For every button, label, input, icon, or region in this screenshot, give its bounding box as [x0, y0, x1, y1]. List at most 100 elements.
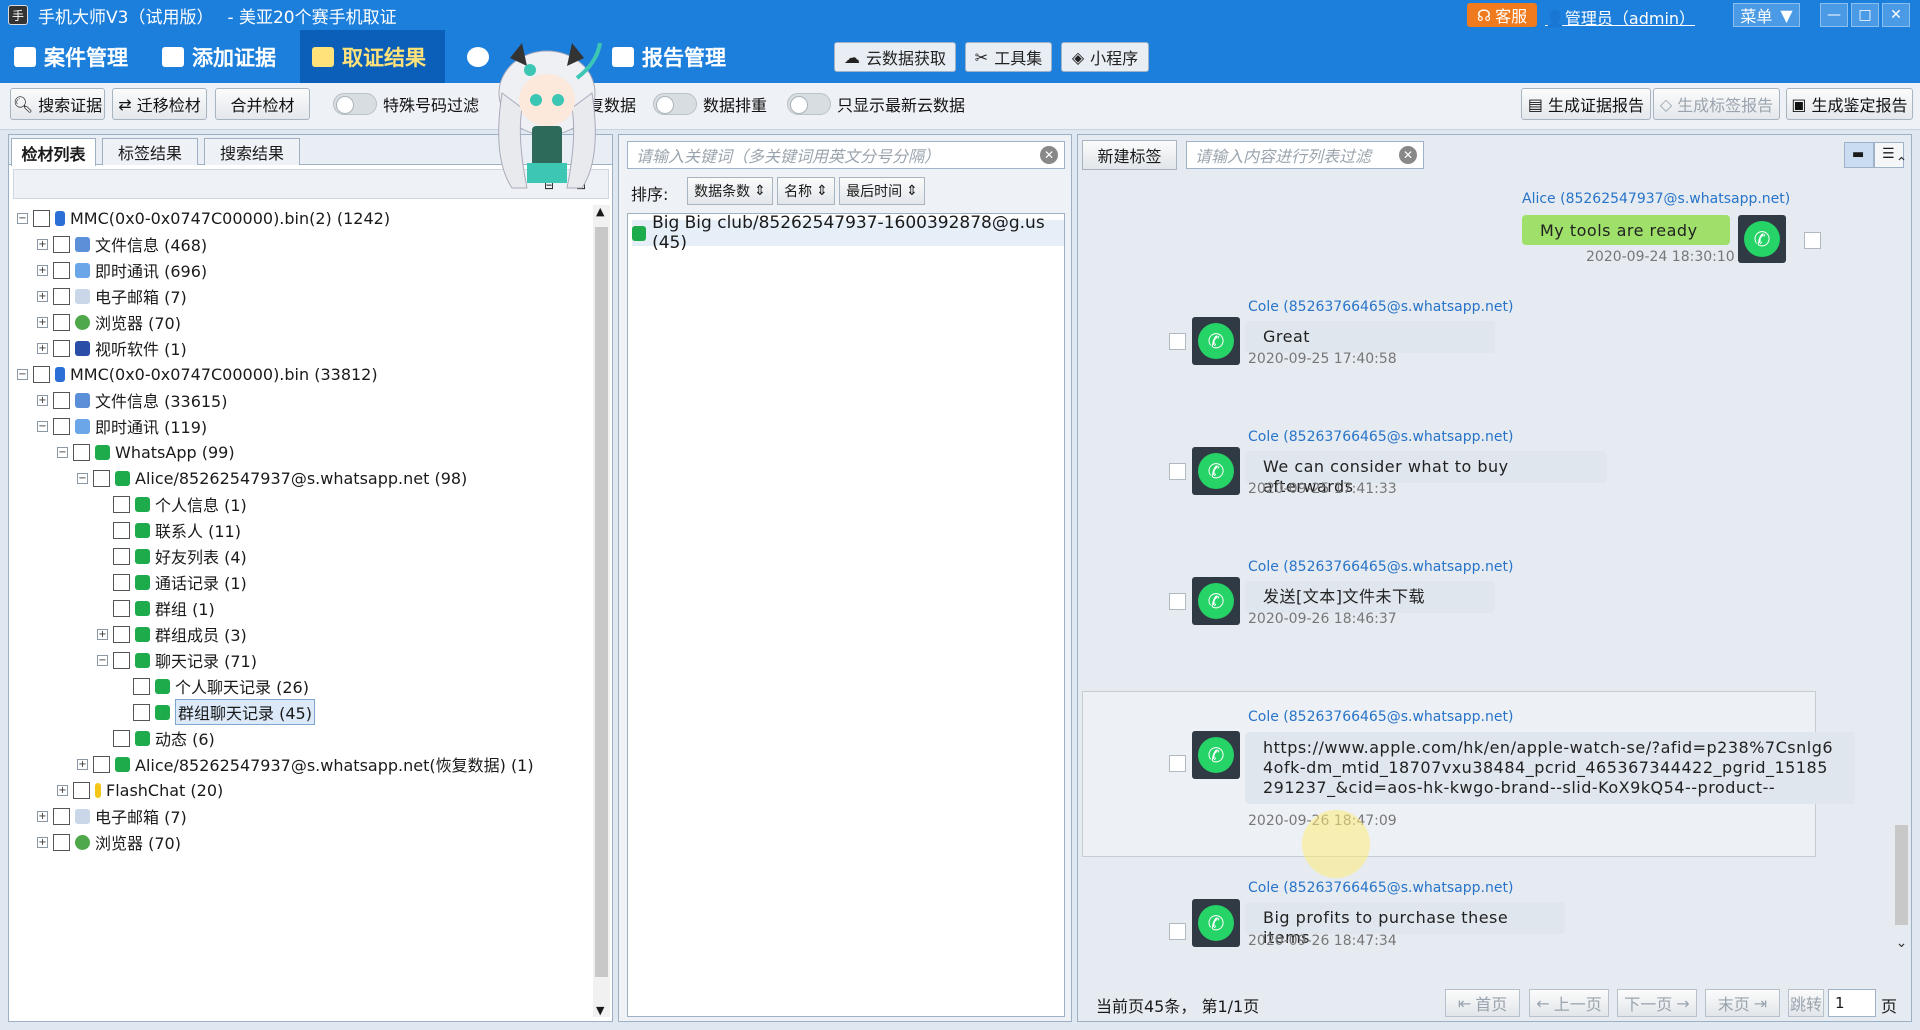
expand-icon[interactable]: +	[37, 836, 48, 848]
admin-user-link[interactable]: 👤管理员（admin）	[1545, 5, 1695, 29]
checkbox[interactable]	[113, 625, 130, 643]
checkbox[interactable]	[113, 573, 130, 591]
checkbox[interactable]	[113, 651, 130, 669]
checkbox[interactable]	[33, 365, 50, 383]
toggle-switch[interactable]	[333, 93, 377, 115]
scrollbar-thumb[interactable]	[1895, 825, 1908, 925]
collapse-icon[interactable]: −	[17, 368, 28, 380]
tree-node[interactable]: − Alice/85262547937@s.whatsapp.net (98)	[77, 465, 467, 491]
message-checkbox[interactable]	[1169, 593, 1186, 610]
checkbox[interactable]	[93, 755, 110, 773]
scroll-up-icon[interactable]: ⌃	[1893, 155, 1910, 172]
message-checkbox[interactable]	[1804, 232, 1821, 249]
toggle-switch[interactable]	[787, 93, 831, 115]
checkbox[interactable]	[133, 677, 150, 695]
sort-by-time-button[interactable]: 最后时间 ⇕	[839, 177, 925, 205]
collapse-icon[interactable]: −	[97, 654, 108, 666]
tree-node[interactable]: + 即时通讯 (696)	[37, 257, 207, 283]
tab-evidence-list[interactable]: 检材列表	[11, 138, 96, 166]
tree-scrollbar[interactable]: ▲ ▼	[593, 205, 610, 1017]
expand-icon[interactable]: +	[37, 264, 48, 276]
special-number-filter-toggle[interactable]: 特殊号码过滤	[333, 92, 479, 116]
tree-node[interactable]: 个人信息 (1)	[113, 491, 247, 517]
tree-node-selected[interactable]: 群组聊天记录 (45)	[133, 699, 315, 725]
message-bubble[interactable]: My tools are ready	[1522, 215, 1730, 245]
page-number-input[interactable]: 1	[1828, 989, 1876, 1017]
checkbox[interactable]	[133, 703, 150, 721]
collapse-icon[interactable]: −	[77, 472, 88, 484]
expand-icon[interactable]: +	[37, 394, 48, 406]
prev-page-button[interactable]: ← 上一页	[1529, 989, 1609, 1017]
nav-case-management[interactable]: 案件管理	[2, 30, 140, 83]
tree-node[interactable]: − 即时通讯 (119)	[37, 413, 207, 439]
collapse-icon[interactable]: −	[37, 420, 48, 432]
sort-by-count-button[interactable]: 数据条数 ⇕	[687, 177, 773, 205]
toggle-switch[interactable]	[653, 93, 697, 115]
checkbox[interactable]	[33, 209, 50, 227]
sort-by-name-button[interactable]: 名称 ⇕	[777, 177, 835, 205]
checkbox[interactable]	[73, 781, 90, 799]
tree-node[interactable]: − MMC(0x0-0x0747C00000).bin (33812)	[17, 361, 378, 387]
expand-icon[interactable]: +	[37, 342, 48, 354]
checkbox[interactable]	[113, 729, 130, 747]
tree-node[interactable]: + 浏览器 (70)	[37, 829, 181, 855]
scroll-down-icon[interactable]: ▼	[596, 1004, 604, 1017]
checkbox[interactable]	[53, 287, 70, 305]
chat-view-button[interactable]: ▬	[1844, 142, 1874, 168]
message-checkbox[interactable]	[1169, 755, 1186, 772]
message-checkbox[interactable]	[1169, 333, 1186, 350]
expand-icon[interactable]: +	[57, 784, 68, 796]
jump-button[interactable]: 跳转	[1788, 989, 1824, 1017]
message-bubble[interactable]: Big profits to purchase these items	[1245, 902, 1565, 947]
tree-node[interactable]: + 电子邮箱 (7)	[37, 803, 187, 829]
tree-node[interactable]: − 聊天记录 (71)	[97, 647, 257, 673]
collapse-icon[interactable]: −	[57, 446, 68, 458]
latest-cloud-toggle[interactable]: 只显示最新云数据	[787, 92, 965, 116]
checkbox[interactable]	[53, 339, 70, 357]
tree-node[interactable]: − WhatsApp (99)	[57, 439, 235, 465]
checkbox[interactable]	[53, 235, 70, 253]
tree-node[interactable]: 群组 (1)	[113, 595, 215, 621]
checkbox[interactable]	[53, 391, 70, 409]
tree-node[interactable]: − MMC(0x0-0x0747C00000).bin(2) (1242)	[17, 205, 390, 231]
next-page-button[interactable]: 下一页 →	[1617, 989, 1697, 1017]
tree-node[interactable]: + 群组成员 (3)	[97, 621, 247, 647]
expand-icon[interactable]: +	[37, 316, 48, 328]
nav-add-evidence[interactable]: 添加证据	[150, 30, 288, 83]
tree-node[interactable]: 通话记录 (1)	[113, 569, 247, 595]
checkbox[interactable]	[113, 599, 130, 617]
expand-icon[interactable]: +	[97, 628, 108, 640]
tree-node[interactable]: + Alice/85262547937@s.whatsapp.net(恢复数据) …	[77, 751, 534, 777]
expand-icon[interactable]: +	[37, 810, 48, 822]
minimize-button[interactable]: —	[1820, 3, 1848, 27]
message-checkbox[interactable]	[1169, 463, 1186, 480]
collapse-icon[interactable]: −	[17, 212, 28, 224]
message-bubble[interactable]: 发送[文本]文件未下载	[1245, 581, 1495, 613]
message-bubble[interactable]: We can consider what to buy afterwards	[1245, 451, 1607, 496]
tree-node[interactable]: 联系人 (11)	[113, 517, 241, 543]
dedupe-toggle[interactable]: 数据排重	[653, 92, 767, 116]
expand-icon[interactable]: +	[37, 238, 48, 250]
clear-icon[interactable]: ✕	[1040, 146, 1058, 164]
checkbox[interactable]	[113, 495, 130, 513]
generate-tag-report-button[interactable]: ◇ 生成标签报告	[1653, 88, 1780, 120]
clear-icon[interactable]: ✕	[1399, 146, 1417, 164]
tree-node[interactable]: 动态 (6)	[113, 725, 215, 751]
scrollbar-thumb[interactable]	[595, 227, 608, 977]
checkbox[interactable]	[53, 807, 70, 825]
generate-appraisal-report-button[interactable]: ▣ 生成鉴定报告	[1786, 88, 1913, 120]
customer-service-button[interactable]: ☊ 客服	[1467, 3, 1537, 27]
checkbox[interactable]	[93, 469, 110, 487]
checkbox[interactable]	[53, 313, 70, 331]
tab-search-results[interactable]: 搜索结果	[204, 138, 300, 165]
list-filter-input[interactable]: 请输入内容进行列表过滤 ✕	[1186, 141, 1424, 169]
nav-report-management[interactable]: 报告管理	[600, 30, 738, 83]
maximize-button[interactable]: □	[1851, 3, 1879, 27]
checkbox[interactable]	[53, 833, 70, 851]
first-page-button[interactable]: ⇤ 首页	[1445, 989, 1520, 1017]
keyword-search-input[interactable]: 请输入关键词（多关键词用英文分号分隔） ✕	[627, 141, 1065, 169]
tab-tag-results[interactable]: 标签结果	[102, 138, 198, 165]
menu-button[interactable]: 菜单 ▼	[1733, 3, 1800, 27]
checkbox[interactable]	[73, 443, 90, 461]
migrate-evidence-button[interactable]: ⇄ 迁移检材	[112, 88, 207, 120]
